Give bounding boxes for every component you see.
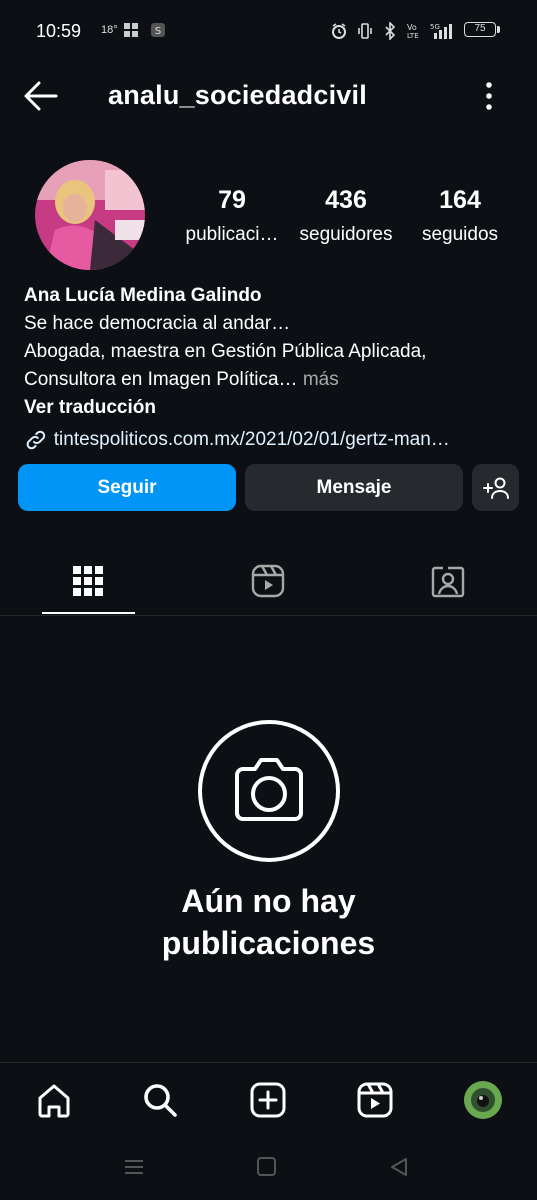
svg-text:5G: 5G: [430, 23, 440, 31]
reels-icon: [357, 1082, 393, 1118]
profile-avatar[interactable]: [35, 160, 145, 270]
posts-label: publicaci…: [185, 224, 279, 245]
more-options-button[interactable]: [478, 80, 500, 112]
empty-state-line-2: publicaciones: [161, 925, 376, 961]
followers-count: 436: [325, 186, 367, 214]
system-menu-button[interactable]: [119, 1152, 149, 1182]
nav-create[interactable]: [246, 1078, 290, 1122]
nav-home[interactable]: [32, 1078, 76, 1122]
bio-link-text: tintespoliticos.com.mx/2021/02/01/gertz-…: [53, 429, 450, 450]
system-home-button[interactable]: [252, 1152, 282, 1182]
shield-s-icon: S: [150, 22, 166, 38]
profile-username: analu_sociedadcivil: [108, 80, 367, 110]
status-temperature: 18°: [101, 24, 118, 36]
message-button[interactable]: Mensaje: [245, 464, 463, 511]
search-icon: [144, 1084, 177, 1117]
bio-line-1: Se hace democracia al andar…: [24, 313, 291, 334]
empty-state-message: Aún no hay publicaciones: [0, 880, 537, 964]
nav-reels[interactable]: [353, 1078, 397, 1122]
following-stat[interactable]: 164 seguidos: [400, 186, 520, 246]
profile-bio: Ana Lucía Medina Galindo Se hace democra…: [24, 282, 524, 456]
active-tab-indicator: [42, 612, 135, 614]
tabs-divider: [0, 615, 537, 616]
following-count: 164: [439, 186, 481, 214]
bio-external-link[interactable]: tintespoliticos.com.mx/2021/02/01/gertz-…: [24, 424, 524, 456]
5g-signal-icon: 5G: [430, 22, 458, 40]
triangle-back-icon: [391, 1158, 407, 1176]
bluetooth-icon: [382, 22, 398, 40]
alarm-icon: [330, 22, 348, 40]
vibrate-icon: [356, 22, 374, 40]
tab-tagged[interactable]: [418, 558, 478, 604]
posts-stat[interactable]: 79 publicaci…: [172, 186, 292, 246]
following-label: seguidos: [421, 224, 499, 245]
posts-count: 79: [218, 186, 246, 214]
back-button[interactable]: [22, 78, 60, 114]
reels-icon: [251, 564, 285, 598]
tab-grid[interactable]: [58, 558, 118, 604]
nav-profile[interactable]: [461, 1078, 505, 1122]
system-back-button[interactable]: [385, 1152, 415, 1182]
bottom-nav-divider: [0, 1062, 537, 1063]
bio-more-link[interactable]: más: [298, 369, 339, 390]
see-translation-link[interactable]: Ver traducción: [24, 394, 524, 422]
menu-lines-icon: [125, 1160, 143, 1174]
battery-tip: [497, 26, 500, 33]
tagged-icon: [431, 566, 465, 598]
profile-avatar: [464, 1081, 502, 1119]
followers-label: seguidores: [299, 224, 393, 245]
windows-icon: [123, 22, 139, 38]
status-bar: 10:59 18° S Vo LTE 5G 75: [0, 0, 537, 62]
home-icon: [38, 1084, 70, 1118]
grid-icon: [73, 566, 103, 596]
followers-stat[interactable]: 436 seguidores: [286, 186, 406, 246]
svg-text:S: S: [155, 26, 161, 37]
link-icon: [26, 430, 46, 450]
svg-text:Vo: Vo: [407, 23, 417, 32]
status-time: 10:59: [36, 21, 82, 41]
profile-header: analu_sociedadcivil: [0, 62, 537, 128]
vertical-dots-icon: [486, 82, 492, 110]
bio-line-3-text: Consultora en Imagen Política…: [24, 369, 298, 390]
bio-line-3: Consultora en Imagen Política… más: [24, 366, 524, 394]
bio-line-2: Abogada, maestra en Gestión Pública Apli…: [24, 341, 427, 362]
add-person-icon: [482, 477, 509, 499]
volte-icon: Vo LTE: [406, 22, 424, 40]
square-icon: [257, 1157, 276, 1176]
nav-search[interactable]: [138, 1078, 182, 1122]
svg-text:LTE: LTE: [407, 32, 419, 40]
profile-full-name: Ana Lucía Medina Galindo: [24, 285, 262, 306]
follow-button[interactable]: Seguir: [18, 464, 236, 511]
battery-icon: 75: [464, 22, 496, 37]
empty-state-line-1: Aún no hay: [181, 883, 356, 919]
suggested-people-button[interactable]: [472, 464, 519, 511]
create-icon: [250, 1082, 286, 1118]
camera-icon: [197, 719, 341, 863]
battery-level: 75: [474, 23, 486, 34]
arrow-left-icon: [24, 81, 58, 111]
tab-reels[interactable]: [238, 558, 298, 604]
